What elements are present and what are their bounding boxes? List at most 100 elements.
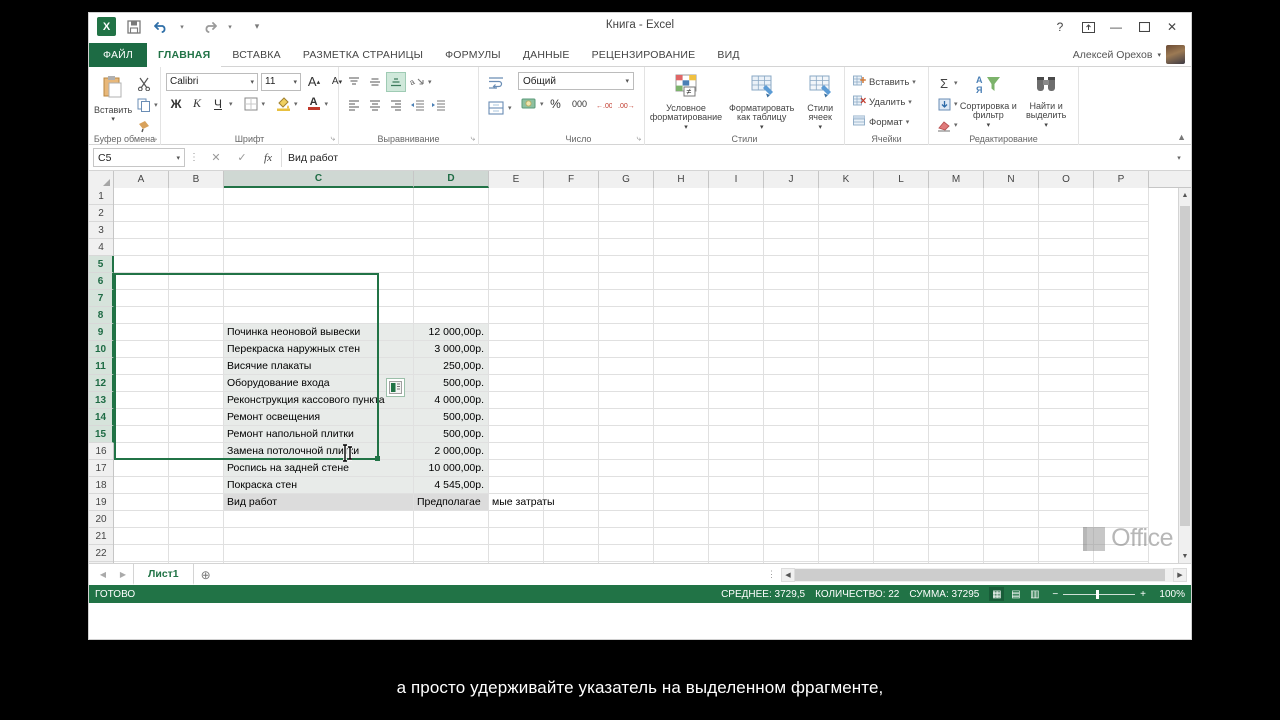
cell-B13[interactable] [169, 358, 224, 375]
vertical-scrollbar[interactable]: ▲ ▼ [1178, 188, 1191, 563]
cell-P23[interactable] [1094, 188, 1149, 205]
cell-P13[interactable] [1094, 358, 1149, 375]
cell-L11[interactable] [874, 392, 929, 409]
cell-H13[interactable] [654, 358, 709, 375]
cell-P20[interactable] [1094, 239, 1149, 256]
cell-A5[interactable] [114, 494, 169, 511]
row-header-4[interactable]: 4 [89, 239, 113, 256]
cell-K12[interactable] [819, 375, 874, 392]
row-header-2[interactable]: 2 [89, 205, 113, 222]
cell-I15[interactable] [709, 324, 764, 341]
cell-G21[interactable] [599, 222, 654, 239]
cell-H1[interactable] [654, 562, 709, 563]
cell-L2[interactable] [874, 545, 929, 562]
cell-M6[interactable] [929, 477, 984, 494]
cell-L5[interactable] [874, 494, 929, 511]
table-row[interactable] [114, 205, 1149, 222]
cell-A19[interactable] [114, 256, 169, 273]
cell-I9[interactable] [709, 426, 764, 443]
cell-F1[interactable] [544, 562, 599, 563]
cell-M17[interactable] [929, 290, 984, 307]
cell-I18[interactable] [709, 273, 764, 290]
find-select-button[interactable]: Найти и выделить ▾ [1019, 72, 1073, 129]
cell-A9[interactable] [114, 426, 169, 443]
cell-C3[interactable] [224, 528, 414, 545]
align-left-icon[interactable] [344, 95, 364, 115]
cell-N8[interactable] [984, 443, 1039, 460]
row-header-18[interactable]: 18 [89, 477, 113, 494]
maximize-button[interactable] [1131, 16, 1157, 38]
cell-E7[interactable] [489, 460, 544, 477]
fill-caret-icon[interactable]: ▾ [954, 100, 958, 108]
cell-O14[interactable] [1039, 341, 1094, 358]
cell-M5[interactable] [929, 494, 984, 511]
cell-I22[interactable] [709, 205, 764, 222]
worksheet-grid[interactable]: A B C D E F G H I J K L M N O P 12345678… [89, 171, 1191, 563]
cell-H10[interactable] [654, 409, 709, 426]
clear-icon[interactable] [934, 115, 954, 135]
table-row[interactable]: Вид работ Предполагае мые затраты [114, 494, 1149, 511]
tab-insert[interactable]: ВСТАВКА [221, 43, 291, 67]
cell-D7[interactable]: 10 000,00р. [414, 460, 489, 477]
cell-C18[interactable] [224, 273, 414, 290]
cell-M7[interactable] [929, 460, 984, 477]
table-row[interactable]: Ремонт напольной плитки 500,00р. [114, 426, 1149, 443]
cell-D20[interactable] [414, 239, 489, 256]
cell-D21[interactable] [414, 222, 489, 239]
cell-A13[interactable] [114, 358, 169, 375]
tab-page-layout[interactable]: РАЗМЕТКА СТРАНИЦЫ [292, 43, 434, 67]
tab-view[interactable]: ВИД [706, 43, 750, 67]
sheet-next-button[interactable]: ▶ [113, 565, 133, 585]
cell-L18[interactable] [874, 273, 929, 290]
cell-B2[interactable] [169, 545, 224, 562]
avatar[interactable] [1166, 45, 1185, 64]
cell-H23[interactable] [654, 188, 709, 205]
close-button[interactable]: ✕ [1159, 16, 1185, 38]
grid-cells[interactable]: Починка неоновой вывески 12 000,00р. Перек… [114, 188, 1149, 563]
cell-D4[interactable] [414, 511, 489, 528]
column-header-m[interactable]: M [929, 171, 984, 188]
cell-P7[interactable] [1094, 460, 1149, 477]
cell-K21[interactable] [819, 222, 874, 239]
cell-N7[interactable] [984, 460, 1039, 477]
accounting-caret-icon[interactable]: ▾ [540, 100, 544, 108]
cell-A17[interactable] [114, 290, 169, 307]
hscroll-left-button[interactable]: ◀ [781, 567, 795, 582]
cell-O9[interactable] [1039, 426, 1094, 443]
page-break-view-button[interactable]: ▥ [1027, 587, 1042, 601]
table-row[interactable] [114, 562, 1149, 563]
cell-J2[interactable] [764, 545, 819, 562]
collapse-ribbon-icon[interactable]: ▲ [1177, 132, 1186, 142]
borders-icon[interactable] [241, 94, 261, 113]
status-count[interactable]: КОЛИЧЕСТВО: 22 [815, 589, 899, 600]
table-row[interactable] [114, 188, 1149, 205]
row-header-15[interactable]: 15 [89, 426, 114, 443]
cell-N19[interactable] [984, 256, 1039, 273]
cell-K7[interactable] [819, 460, 874, 477]
underline-button[interactable]: Ч [208, 94, 228, 113]
cell-A18[interactable] [114, 273, 169, 290]
cell-D18[interactable] [414, 273, 489, 290]
cell-I2[interactable] [709, 545, 764, 562]
cell-G13[interactable] [599, 358, 654, 375]
cell-M3[interactable] [929, 528, 984, 545]
cell-G19[interactable] [599, 256, 654, 273]
cell-N20[interactable] [984, 239, 1039, 256]
cell-G14[interactable] [599, 341, 654, 358]
cell-E11[interactable] [489, 392, 544, 409]
cell-D3[interactable] [414, 528, 489, 545]
cell-I5[interactable] [709, 494, 764, 511]
fill-handle[interactable] [375, 456, 380, 461]
cell-C15[interactable]: Починка неоновой вывески [224, 324, 414, 341]
formula-input[interactable]: Вид работ [281, 148, 1171, 167]
cell-I6[interactable] [709, 477, 764, 494]
vertical-scroll-thumb[interactable] [1180, 206, 1190, 526]
cell-I17[interactable] [709, 290, 764, 307]
format-cells-caret-icon[interactable]: ▾ [906, 118, 910, 126]
clipboard-dialog-launcher[interactable]: ⤷ [153, 134, 157, 144]
table-row[interactable]: Замена потолочной плитки 2 000,00р. [114, 443, 1149, 460]
cell-H21[interactable] [654, 222, 709, 239]
tab-review[interactable]: РЕЦЕНЗИРОВАНИЕ [581, 43, 707, 67]
cell-O5[interactable] [1039, 494, 1094, 511]
cell-O13[interactable] [1039, 358, 1094, 375]
